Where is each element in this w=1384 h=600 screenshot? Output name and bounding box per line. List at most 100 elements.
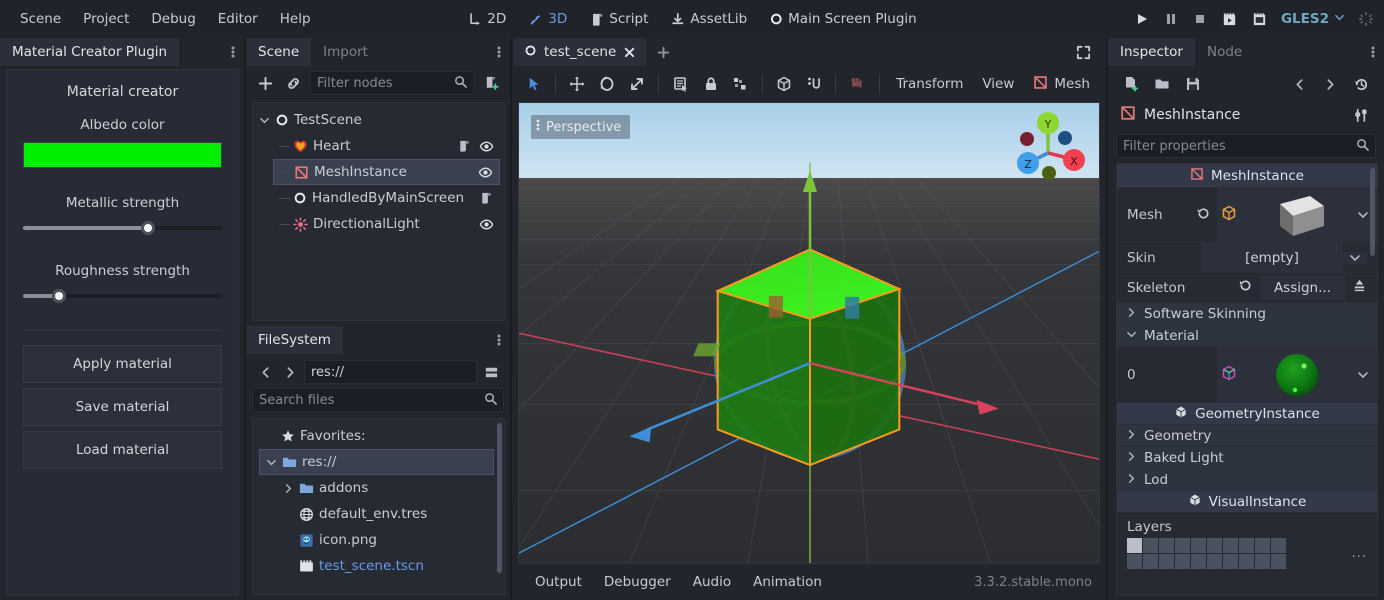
fs-split-mode-button[interactable] xyxy=(480,361,502,383)
property-material-value[interactable] xyxy=(1217,347,1377,402)
move-tool-icon[interactable] xyxy=(564,71,591,97)
transform-menu[interactable]: Transform xyxy=(888,72,971,96)
bottom-output[interactable]: Output xyxy=(526,570,591,594)
tab-import[interactable]: Import xyxy=(311,38,380,66)
tab-3d[interactable]: 3D xyxy=(519,7,576,31)
group-tool-icon[interactable] xyxy=(727,71,754,97)
filesystem-tree[interactable]: Favorites:res://addonsdefault_env.tresic… xyxy=(252,418,505,595)
clear-icon[interactable] xyxy=(1352,278,1367,297)
rotate-tool-icon[interactable] xyxy=(594,71,621,97)
save-resource-icon[interactable] xyxy=(1182,73,1204,95)
3d-viewport[interactable]: Perspective xyxy=(518,102,1100,564)
new-resource-icon[interactable] xyxy=(1120,73,1142,95)
layer-cell[interactable] xyxy=(1127,538,1142,553)
bottom-animation[interactable]: Animation xyxy=(744,570,831,594)
property-skeleton-assign-button[interactable]: Assign... xyxy=(1260,276,1345,300)
property-skeleton[interactable]: Skeleton Assign... xyxy=(1117,273,1377,303)
filesystem-item[interactable]: addons xyxy=(277,475,494,501)
layer-cell[interactable] xyxy=(1239,538,1254,553)
section-lod[interactable]: Lod xyxy=(1117,469,1377,491)
bottom-audio[interactable]: Audio xyxy=(684,570,740,594)
property-mesh-value[interactable] xyxy=(1217,188,1377,242)
fs-back-button[interactable] xyxy=(254,361,276,383)
apply-material-button[interactable]: Apply material xyxy=(23,345,222,383)
layers-more-button[interactable]: ... xyxy=(1352,546,1367,561)
tab-2d[interactable]: 2D xyxy=(458,7,515,31)
renderer-selector[interactable]: GLES2 xyxy=(1281,11,1345,27)
layer-cell[interactable] xyxy=(1239,554,1254,569)
menu-scene[interactable]: Scene xyxy=(10,6,71,32)
scene-tree-item[interactable]: MeshInstance xyxy=(273,159,500,185)
tab-filesystem[interactable]: FileSystem xyxy=(246,326,343,354)
menu-help[interactable]: Help xyxy=(270,6,321,32)
filesystem-item[interactable]: Favorites: xyxy=(259,423,494,449)
view-menu[interactable]: View xyxy=(974,72,1022,96)
filesystem-item[interactable]: default_env.tres xyxy=(277,501,494,527)
filesystem-item[interactable]: icon.png xyxy=(277,527,494,553)
inspector-dock-menu-icon[interactable] xyxy=(1362,38,1384,66)
inspector-scrollbar[interactable] xyxy=(1370,168,1375,256)
history-icon[interactable] xyxy=(1350,73,1372,95)
chevron-down-icon[interactable] xyxy=(1343,252,1367,264)
tab-main-screen-plugin[interactable]: Main Screen Plugin xyxy=(760,7,926,31)
layer-cell[interactable] xyxy=(1143,554,1158,569)
section-material[interactable]: Material xyxy=(1117,325,1377,347)
menu-editor[interactable]: Editor xyxy=(208,6,268,32)
tab-scene[interactable]: Scene xyxy=(246,38,311,66)
stop-button[interactable] xyxy=(1192,11,1208,27)
load-material-button[interactable]: Load material xyxy=(23,431,222,469)
filesystem-item[interactable]: res:// xyxy=(259,449,494,475)
section-baked-light[interactable]: Baked Light xyxy=(1117,447,1377,469)
pause-button[interactable] xyxy=(1163,11,1179,27)
script-attached-icon[interactable] xyxy=(479,191,494,206)
metallic-strength-slider[interactable] xyxy=(23,220,222,236)
section-geometry[interactable]: Geometry xyxy=(1117,425,1377,447)
layer-cell[interactable] xyxy=(1223,538,1238,553)
layer-cell[interactable] xyxy=(1175,538,1190,553)
layer-cell[interactable] xyxy=(1223,554,1238,569)
list-select-tool-icon[interactable] xyxy=(667,71,694,97)
viewport-axis-gizmo[interactable]: Y X Z xyxy=(1005,111,1091,193)
layer-cell[interactable] xyxy=(1255,554,1270,569)
add-node-button[interactable] xyxy=(254,72,276,94)
layer-cell[interactable] xyxy=(1207,538,1222,553)
play-custom-scene-button[interactable] xyxy=(1251,11,1268,28)
new-scene-tab-button[interactable] xyxy=(646,38,681,66)
camera-preview-icon[interactable] xyxy=(844,71,871,97)
tab-inspector[interactable]: Inspector xyxy=(1108,38,1195,66)
visibility-toggle-icon[interactable] xyxy=(478,165,493,180)
scene-tree-item[interactable]: HandledByMainScreen xyxy=(273,185,500,211)
filesystem-dock-menu-icon[interactable] xyxy=(488,326,510,354)
menu-debug[interactable]: Debug xyxy=(141,6,205,32)
chevron-right-icon[interactable] xyxy=(1319,73,1341,95)
roughness-slider-knob[interactable] xyxy=(52,289,66,303)
layer-cell[interactable] xyxy=(1255,538,1270,553)
scene-tree-item[interactable]: DirectionalLight xyxy=(273,211,500,237)
layer-cell[interactable] xyxy=(1175,554,1190,569)
lock-tool-icon[interactable] xyxy=(697,71,724,97)
snap-tool-icon[interactable] xyxy=(801,71,828,97)
property-skin-value[interactable]: [empty] xyxy=(1201,243,1343,272)
layers-grid[interactable] xyxy=(1127,538,1286,569)
dock-menu-icon[interactable] xyxy=(222,38,244,66)
property-material-slot-0[interactable]: 0 xyxy=(1117,347,1377,403)
layer-cell[interactable] xyxy=(1127,554,1142,569)
object-tools-icon[interactable] xyxy=(1350,104,1372,126)
metallic-slider-knob[interactable] xyxy=(141,221,155,235)
layer-cell[interactable] xyxy=(1207,554,1222,569)
create-script-button[interactable] xyxy=(480,72,502,94)
layer-cell[interactable] xyxy=(1191,554,1206,569)
property-skin[interactable]: Skin [empty] xyxy=(1117,243,1377,273)
layer-cell[interactable] xyxy=(1159,554,1174,569)
tab-node[interactable]: Node xyxy=(1195,38,1254,66)
scene-tab-test-scene[interactable]: test_scene xyxy=(514,38,646,66)
fs-path-input[interactable]: res:// xyxy=(304,360,477,384)
chevron-left-icon[interactable] xyxy=(1288,73,1310,95)
roughness-strength-slider[interactable] xyxy=(23,288,222,304)
layer-cell[interactable] xyxy=(1143,538,1158,553)
local-space-tool-icon[interactable] xyxy=(771,71,798,97)
scale-tool-icon[interactable] xyxy=(623,71,650,97)
visibility-toggle-icon[interactable] xyxy=(479,139,494,154)
tab-script[interactable]: Script xyxy=(580,7,657,31)
filesystem-scrollbar[interactable] xyxy=(497,423,502,573)
